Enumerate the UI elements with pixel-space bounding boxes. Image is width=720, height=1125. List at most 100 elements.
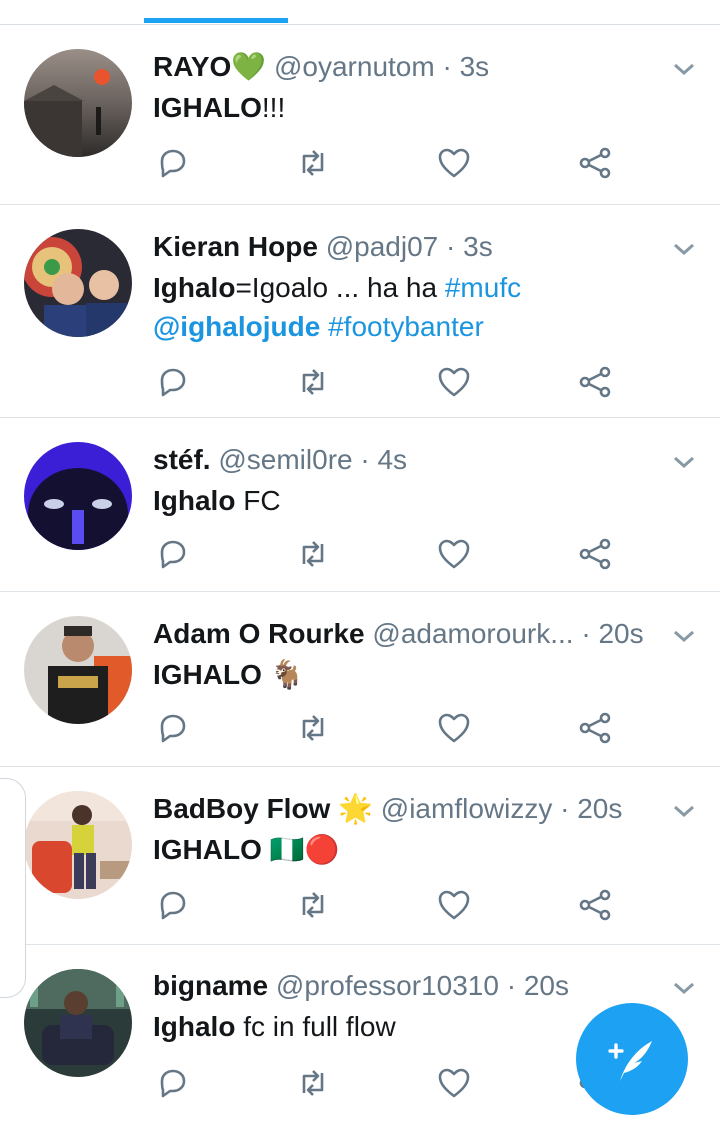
reply-icon[interactable] xyxy=(155,1065,191,1101)
avatar[interactable] xyxy=(24,49,132,157)
heart-icon[interactable] xyxy=(436,364,472,400)
tweet-text-segment: IGHALO xyxy=(153,834,262,865)
display-name[interactable]: BadBoy Flow xyxy=(153,793,330,824)
heart-icon[interactable] xyxy=(436,887,472,923)
name-emoji: 🌟 xyxy=(338,793,373,824)
compose-tweet-button[interactable] xyxy=(576,1003,688,1115)
active-tab-indicator xyxy=(144,18,288,23)
side-drawer-handle[interactable] xyxy=(0,778,26,998)
retweet-icon[interactable] xyxy=(295,536,331,572)
timestamp[interactable]: 3s xyxy=(460,51,490,82)
tweet-text: IGHALO 🇳🇬🔴 xyxy=(153,830,680,869)
tweet-text: Ighalo FC xyxy=(153,481,680,520)
tweet-header: BadBoy Flow 🌟 @iamflowizzy · 20s xyxy=(153,792,660,826)
display-name[interactable]: Adam O Rourke xyxy=(153,618,365,649)
separator-dot: · xyxy=(560,793,570,824)
tweet-text: IGHALO!!! xyxy=(153,88,680,127)
reply-icon[interactable] xyxy=(155,887,191,923)
separator-dot: · xyxy=(446,231,456,262)
display-name[interactable]: stéf. xyxy=(153,444,211,475)
separator-dot: · xyxy=(506,970,517,1001)
heart-icon[interactable] xyxy=(436,145,472,181)
tweet-text-segment: IGHALO xyxy=(153,92,262,123)
reply-icon[interactable] xyxy=(155,364,191,400)
timestamp[interactable]: 20s xyxy=(524,970,569,1001)
chevron-down-icon[interactable] xyxy=(670,626,698,646)
tweet[interactable]: Adam O Rourke @adamorourk... · 20s IGHAL… xyxy=(0,592,720,767)
tweet-actions xyxy=(153,364,623,400)
chevron-down-icon[interactable] xyxy=(670,239,698,259)
retweet-icon[interactable] xyxy=(295,710,331,746)
avatar[interactable] xyxy=(24,791,132,899)
tweet-actions xyxy=(153,710,623,746)
retweet-icon[interactable] xyxy=(295,1065,331,1101)
name-emoji: 💚 xyxy=(231,51,267,82)
tweet-header: RAYO💚 @oyarnutom · 3s xyxy=(153,50,660,84)
retweet-icon[interactable] xyxy=(295,364,331,400)
tweet-text-segment: 🇳🇬🔴 xyxy=(261,834,340,865)
user-handle[interactable]: @iamflowizzy xyxy=(381,793,553,824)
tweet-text-segment: 🐐 xyxy=(261,659,305,690)
tweet-text-segment: =Igoalo ... ha ha xyxy=(235,272,445,303)
tweet-header: stéf. @semil0re · 4s xyxy=(153,443,660,477)
share-icon[interactable] xyxy=(577,145,613,181)
separator-dot: · xyxy=(360,444,370,475)
compose-tweet-icon xyxy=(608,1041,652,1081)
display-name[interactable]: bigname xyxy=(153,970,268,1001)
tweet-header: bigname @professor10310 · 20s xyxy=(153,969,660,1003)
timestamp[interactable]: 4s xyxy=(377,444,407,475)
retweet-icon[interactable] xyxy=(295,887,331,923)
separator-dot: · xyxy=(442,51,452,82)
avatar[interactable] xyxy=(24,616,132,724)
tweet-text-segment xyxy=(320,311,328,342)
timestamp[interactable]: 20s xyxy=(598,618,643,649)
tweet-actions xyxy=(153,1065,623,1101)
avatar[interactable] xyxy=(24,442,132,550)
share-icon[interactable] xyxy=(577,364,613,400)
tweet-actions xyxy=(153,536,623,572)
tweet-text-segment: fc in full flow xyxy=(235,1011,396,1042)
tweet-header: Adam O Rourke @adamorourk... · 20s xyxy=(153,617,660,651)
user-handle[interactable]: @semil0re xyxy=(218,444,352,475)
timestamp[interactable]: 3s xyxy=(463,231,493,262)
chevron-down-icon[interactable] xyxy=(670,452,698,472)
tweet-actions xyxy=(153,145,623,181)
chevron-down-icon[interactable] xyxy=(670,59,698,79)
display-name[interactable]: RAYO xyxy=(153,51,231,82)
user-handle[interactable]: @padj07 xyxy=(326,231,439,262)
share-icon[interactable] xyxy=(577,536,613,572)
avatar[interactable] xyxy=(24,229,132,337)
tweet[interactable]: BadBoy Flow 🌟 @iamflowizzy · 20s IGHALO … xyxy=(0,767,720,945)
tweet[interactable]: stéf. @semil0re · 4s Ighalo FC xyxy=(0,418,720,592)
tweet-actions xyxy=(153,887,623,923)
reply-icon[interactable] xyxy=(155,145,191,181)
tweet-link[interactable]: @ighalojude xyxy=(153,311,320,342)
tweet-link[interactable]: #mufc xyxy=(445,272,521,303)
share-icon[interactable] xyxy=(577,710,613,746)
heart-icon[interactable] xyxy=(436,536,472,572)
reply-icon[interactable] xyxy=(155,536,191,572)
tweet-text: Ighalo=Igoalo ... ha ha #mufc @ighalojude… xyxy=(153,268,680,346)
tweet[interactable]: Kieran Hope @padj07 · 3s Ighalo=Igoalo .… xyxy=(0,205,720,418)
chevron-down-icon[interactable] xyxy=(670,978,698,998)
tweet[interactable]: RAYO💚 @oyarnutom · 3s IGHALO!!! xyxy=(0,25,720,205)
tweet-link[interactable]: #footybanter xyxy=(328,311,484,342)
reply-icon[interactable] xyxy=(155,710,191,746)
retweet-icon[interactable] xyxy=(295,145,331,181)
tweet-text-segment: FC xyxy=(235,485,281,516)
heart-icon[interactable] xyxy=(436,710,472,746)
tweet-text-segment: !!! xyxy=(261,92,286,123)
timestamp[interactable]: 20s xyxy=(577,793,622,824)
share-icon[interactable] xyxy=(577,887,613,923)
avatar[interactable] xyxy=(24,969,132,1077)
user-handle[interactable]: @professor10310 xyxy=(276,970,499,1001)
tweet-feed: RAYO💚 @oyarnutom · 3s IGHALO!!! Kieran H… xyxy=(0,25,720,1125)
display-name[interactable]: Kieran Hope xyxy=(153,231,318,262)
tweet-text-segment: Ighalo xyxy=(153,272,236,303)
chevron-down-icon[interactable] xyxy=(670,801,698,821)
user-handle[interactable]: @oyarnutom xyxy=(274,51,435,82)
top-tab-bar xyxy=(0,0,720,25)
heart-icon[interactable] xyxy=(436,1065,472,1101)
tweet-text: IGHALO 🐐 xyxy=(153,655,680,694)
user-handle[interactable]: @adamorourk... xyxy=(372,618,573,649)
